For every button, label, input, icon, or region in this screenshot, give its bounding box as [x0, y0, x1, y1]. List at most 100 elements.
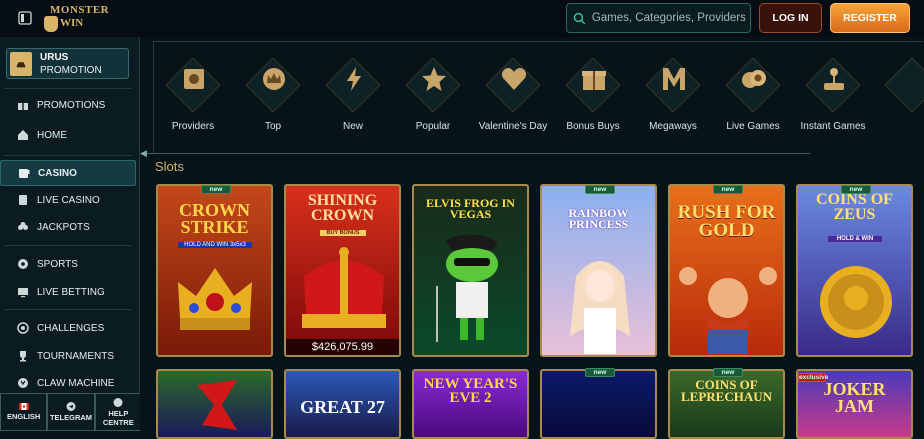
home-icon — [16, 128, 30, 142]
sidebar-item-label: LIVE CASINO — [37, 194, 100, 206]
slot-machine-icon — [17, 166, 31, 180]
gift-box-icon — [577, 62, 611, 96]
game-subtitle: BUY BONUS — [320, 230, 366, 236]
game-tile-crown-strike[interactable]: CROWN STRIKE HOLD AND WIN 3x5x3 — [156, 184, 273, 357]
providers-icon — [177, 62, 211, 96]
category-label: Megaways — [649, 121, 697, 132]
scroll-left-icon[interactable]: ◀ — [140, 148, 147, 159]
category-label: Instant Games — [800, 121, 866, 132]
game-title: GREAT 27 — [300, 397, 385, 417]
search-box[interactable] — [566, 3, 751, 33]
star-icon — [417, 62, 451, 96]
game-tile-elvis-frog-in-vegas[interactable]: ELVIS FROG IN VEGAS — [412, 184, 529, 357]
category-label: Popular — [415, 121, 451, 132]
logo-text-line1: MONSTER — [50, 4, 110, 16]
login-button[interactable]: LOG IN — [759, 3, 822, 33]
target-icon — [16, 321, 30, 335]
sidebar-item-label: CHALLENGES — [37, 322, 105, 334]
sidebar-item-label: LIVE BETTING — [37, 286, 105, 298]
game-tile-rainbow-princess[interactable]: RAINBOW PRINCESS — [540, 184, 657, 357]
telegram-label: TELEGRAM — [49, 413, 93, 422]
game-tile-shining-crown[interactable]: SHINING CROWN BUY BONUS $426,075.99 — [284, 184, 401, 357]
sidebar-item-live-casino[interactable]: LIVE CASINO — [0, 187, 136, 213]
gift-icon — [16, 98, 30, 112]
game-title: RUSH FOR GOLD — [677, 202, 776, 242]
divider — [4, 88, 132, 89]
category-next-peek[interactable] — [882, 56, 924, 116]
section-title: Slots — [155, 159, 184, 174]
divider — [4, 309, 132, 310]
help-centre-label: HELP CENTRE — [102, 408, 134, 427]
game-tile[interactable] — [156, 369, 273, 439]
sidebar-item-jackpots[interactable]: JACKPOTS — [0, 214, 136, 240]
new-badge: new — [841, 185, 871, 194]
sidebar-item-promotions[interactable]: PROMOTIONS — [0, 92, 136, 118]
telegram-icon — [66, 402, 76, 411]
category-scroll-track[interactable] — [147, 153, 810, 154]
sidebar-item-label: JACKPOTS — [37, 221, 90, 233]
logo-text-line2: WIN — [60, 17, 84, 29]
language-button[interactable]: ENGLISH — [0, 393, 48, 431]
game-title: CROWN STRIKE — [179, 200, 250, 238]
sidebar-item-sports[interactable]: SPORTS — [0, 251, 136, 277]
sidebar-item-live-betting[interactable]: LIVE BETTING — [0, 279, 136, 305]
divider — [4, 155, 132, 156]
crown-art — [178, 268, 252, 330]
game-tile[interactable] — [540, 369, 657, 439]
sidebar-item-label: CASINO — [38, 167, 77, 179]
frog-art — [436, 234, 498, 342]
new-badge: new — [201, 185, 231, 194]
game-tile-new-years-eve-2[interactable]: NEW YEAR'S EVE 2 — [412, 369, 529, 439]
monster-icon — [44, 16, 58, 32]
new-badge: new — [585, 185, 615, 194]
category-megaways[interactable]: Megaways — [645, 56, 701, 132]
urus-promotion-card[interactable]: URUS PROMOTION — [6, 48, 129, 79]
sidebar-item-casino[interactable]: CASINO — [0, 160, 136, 186]
crown-art — [302, 247, 386, 328]
princess-art — [570, 261, 630, 354]
game-title: COINS OF ZEUS — [816, 191, 893, 224]
category-providers[interactable]: Providers — [165, 56, 221, 132]
sidebar-item-label: HOME — [37, 129, 67, 141]
game-tile-rush-for-gold[interactable]: RUSH FOR GOLD — [668, 184, 785, 357]
category-top[interactable]: Top — [245, 56, 301, 132]
jackpot-amount: $426,075.99 — [286, 339, 399, 355]
game-tile-great-27[interactable]: GREAT 27 — [284, 369, 401, 439]
help-icon — [113, 397, 123, 407]
category-bonus-buys[interactable]: Bonus Buys — [565, 56, 621, 132]
category-valentines-day[interactable]: Valentine's Day — [479, 56, 547, 132]
category-popular[interactable]: Popular — [405, 56, 461, 132]
sidebar-item-home[interactable]: HOME — [0, 122, 136, 148]
car-icon — [10, 52, 32, 76]
telegram-button[interactable]: TELEGRAM — [47, 393, 95, 431]
sidebar-bottom-bar: ENGLISH TELEGRAM HELP CENTRE — [0, 393, 142, 431]
game-tile-coins-of-zeus[interactable]: COINS OF ZEUS HOLD & WIN — [796, 184, 913, 357]
help-centre-button[interactable]: HELP CENTRE — [94, 393, 142, 431]
m-letter-icon — [657, 62, 691, 96]
language-label: ENGLISH — [6, 412, 41, 421]
sidebar-item-tournaments[interactable]: TOURNAMENTS — [0, 343, 136, 369]
search-input[interactable] — [591, 12, 750, 24]
category-instant-games[interactable]: Instant Games — [800, 56, 866, 132]
game-title: ELVIS FROG IN VEGAS — [426, 196, 515, 222]
category-live-games[interactable]: Live Games — [725, 56, 781, 132]
new-badge: new — [585, 368, 615, 377]
game-tile-coins-of-leprechaun[interactable]: COINS OF LEPRECHAUN — [668, 369, 785, 439]
sidebar: URUS PROMOTION PROMOTIONS HOME CASINO LI… — [0, 37, 140, 431]
sidebar-item-label: CLAW MACHINE — [37, 377, 115, 389]
clover-icon — [16, 220, 30, 234]
game-art — [197, 380, 237, 430]
joystick-icon — [817, 62, 851, 96]
divider — [4, 245, 132, 246]
miner-art — [679, 267, 777, 354]
promo-title: URUS — [40, 52, 69, 63]
sidebar-item-challenges[interactable]: CHALLENGES — [0, 315, 136, 341]
register-button[interactable]: REGISTER — [830, 3, 910, 33]
brand-logo[interactable]: MONSTER WIN — [44, 2, 109, 34]
category-new[interactable]: New — [325, 56, 381, 132]
sidebar-toggle-icon[interactable] — [17, 9, 33, 27]
sidebar-item-label: SPORTS — [37, 258, 78, 270]
screen-icon — [16, 285, 30, 299]
lightning-icon — [337, 62, 371, 96]
game-title: COINS OF LEPRECHAUN — [680, 377, 772, 405]
